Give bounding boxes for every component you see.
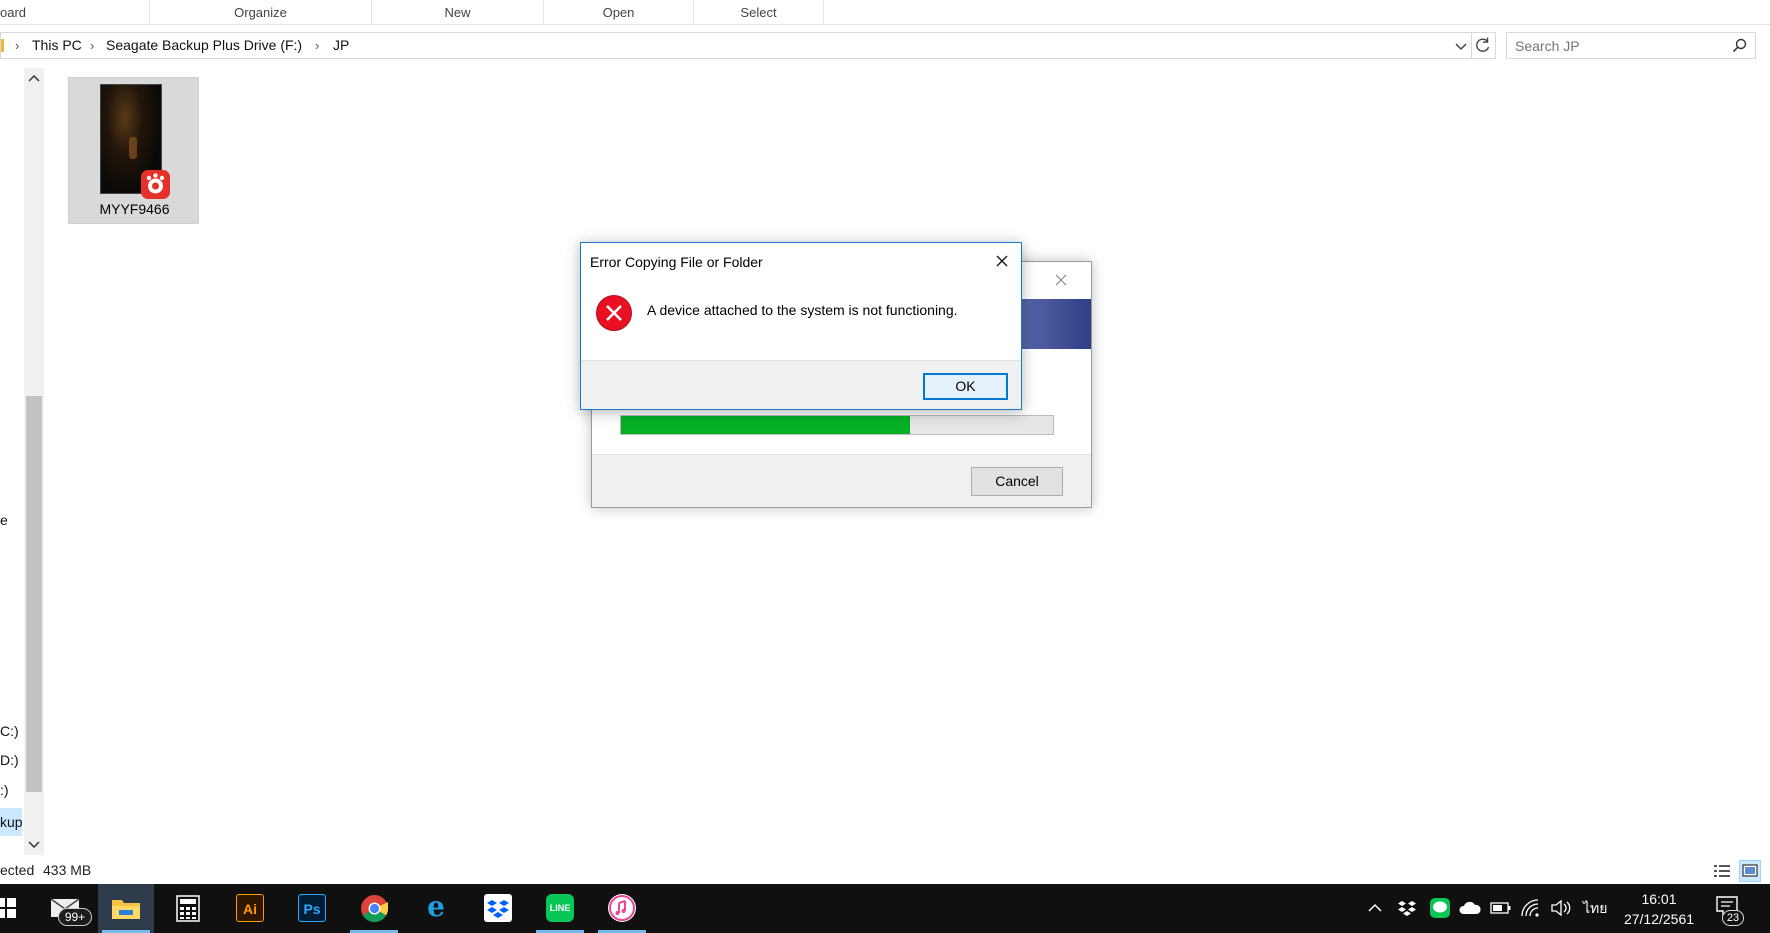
- taskbar-dropbox[interactable]: [470, 884, 526, 933]
- chrome-icon: [361, 895, 388, 923]
- taskbar-line[interactable]: LINE: [532, 884, 588, 933]
- mail-badge: 99+: [58, 908, 92, 926]
- scroll-up-icon[interactable]: [26, 70, 42, 88]
- nav-item-drive-c[interactable]: C:): [0, 723, 19, 739]
- illustrator-icon: Ai: [236, 894, 264, 922]
- edge-icon: e: [427, 890, 445, 923]
- scroll-down-icon[interactable]: [26, 835, 42, 853]
- nav-item-drive[interactable]: :): [0, 782, 9, 798]
- refresh-button[interactable]: [1472, 32, 1496, 59]
- clock[interactable]: 16:01 27/12/2561: [1614, 889, 1704, 929]
- taskbar-mail[interactable]: 99+: [38, 884, 94, 933]
- address-bar[interactable]: › This PC › Seagate Backup Plus Drive (F…: [0, 32, 1472, 59]
- player-app-icon: [141, 170, 170, 199]
- copy-progress-fill: [621, 416, 911, 434]
- details-view-icon[interactable]: [1711, 860, 1733, 882]
- ribbon-group-open: Open: [544, 0, 694, 25]
- taskbar-file-explorer[interactable]: [98, 884, 154, 933]
- taskbar-edge[interactable]: e: [408, 884, 464, 933]
- scrollbar-thumb[interactable]: [26, 396, 42, 792]
- file-name: MYYF9466: [99, 201, 170, 217]
- nav-item-partial[interactable]: e: [0, 512, 8, 528]
- error-icon: [595, 294, 633, 332]
- nav-scrollbar[interactable]: [24, 68, 44, 855]
- error-dialog: Error Copying File or Folder A device at…: [580, 242, 1022, 410]
- dropbox-icon: [484, 894, 512, 922]
- taskbar-itunes[interactable]: [594, 884, 650, 933]
- taskbar-illustrator[interactable]: Ai: [222, 884, 278, 933]
- volume-icon: [1551, 899, 1571, 917]
- breadcrumb-seagate-drive[interactable]: Seagate Backup Plus Drive (F:): [106, 33, 302, 58]
- cancel-button[interactable]: Cancel: [971, 467, 1063, 496]
- refresh-icon: [1476, 37, 1490, 52]
- clock-date: 27/12/2561: [1623, 911, 1695, 927]
- breadcrumb-this-pc[interactable]: This PC: [32, 33, 82, 58]
- ribbon-group-new: New: [372, 0, 544, 25]
- file-item[interactable]: MYYF9466: [68, 77, 199, 224]
- search-input[interactable]: [1515, 36, 1715, 56]
- nav-item-backup-selected[interactable]: kup: [0, 808, 23, 836]
- taskbar-chrome[interactable]: [346, 884, 402, 933]
- error-dialog-title: Error Copying File or Folder: [590, 254, 763, 270]
- status-selected-text: ected: [0, 862, 35, 878]
- ribbon: oard Organize New Open Select: [0, 0, 1770, 25]
- status-bar: ected 433 MB: [0, 858, 1770, 884]
- calculator-icon: [176, 895, 200, 922]
- start-button[interactable]: [0, 884, 28, 933]
- tray-battery[interactable]: [1490, 884, 1512, 933]
- error-dialog-close-icon[interactable]: [987, 246, 1017, 276]
- tray-network[interactable]: [1520, 884, 1542, 933]
- chevron-right-icon[interactable]: ›: [90, 33, 94, 58]
- chevron-right-icon[interactable]: ›: [15, 33, 19, 58]
- tray-volume[interactable]: [1550, 884, 1574, 933]
- breadcrumb-jp[interactable]: JP: [333, 33, 349, 58]
- tray-onedrive[interactable]: [1458, 884, 1482, 933]
- itunes-icon: [608, 894, 636, 922]
- search-box[interactable]: [1506, 32, 1756, 59]
- copy-dialog-close-icon[interactable]: [1046, 265, 1076, 295]
- notification-count: 23: [1722, 910, 1744, 926]
- copy-progress-bar: [620, 415, 1054, 435]
- battery-icon: [1490, 902, 1511, 914]
- action-center[interactable]: 23: [1712, 884, 1752, 933]
- line-icon: LINE: [546, 894, 574, 922]
- error-message: A device attached to the system is not f…: [647, 302, 958, 318]
- chevron-right-icon[interactable]: ›: [315, 33, 319, 58]
- ribbon-group-select: Select: [694, 0, 824, 25]
- tray-line-icon: [1430, 898, 1450, 918]
- photoshop-icon: Ps: [298, 894, 326, 922]
- input-language[interactable]: ไทย: [1583, 898, 1607, 920]
- large-icons-view-icon[interactable]: [1739, 860, 1761, 882]
- start-icon: [0, 898, 16, 918]
- clock-time: 16:01: [1641, 891, 1677, 907]
- tray-dropbox-icon: [1398, 901, 1416, 916]
- ok-button[interactable]: OK: [923, 373, 1008, 400]
- taskbar-photoshop[interactable]: Ps: [284, 884, 340, 933]
- show-hidden-icons[interactable]: [1366, 884, 1384, 933]
- nav-item-backup-label: kup: [0, 814, 23, 830]
- screen: oard Organize New Open Select › This PC …: [0, 0, 1770, 933]
- status-size: 433 MB: [43, 862, 92, 878]
- ribbon-group-organize: Organize: [150, 0, 372, 25]
- folder-icon: [1, 39, 4, 52]
- taskbar: 99+ Ai Ps e LINE ไทย 16:01 27/12/2561 23: [0, 884, 1770, 933]
- onedrive-icon: [1459, 901, 1481, 914]
- tray-dropbox[interactable]: [1396, 884, 1416, 933]
- error-dialog-footer: OK: [581, 360, 1021, 409]
- wifi-icon: [1521, 899, 1539, 917]
- file-explorer-icon: [112, 900, 140, 919]
- nav-item-drive-d[interactable]: D:): [0, 752, 19, 768]
- search-icon[interactable]: [1731, 37, 1749, 55]
- chevron-up-icon: [1368, 903, 1382, 912]
- tray-line[interactable]: [1428, 884, 1450, 933]
- ribbon-group-clipboard: oard: [0, 0, 150, 25]
- chevron-down-icon[interactable]: [1451, 35, 1471, 57]
- taskbar-calculator[interactable]: [160, 884, 216, 933]
